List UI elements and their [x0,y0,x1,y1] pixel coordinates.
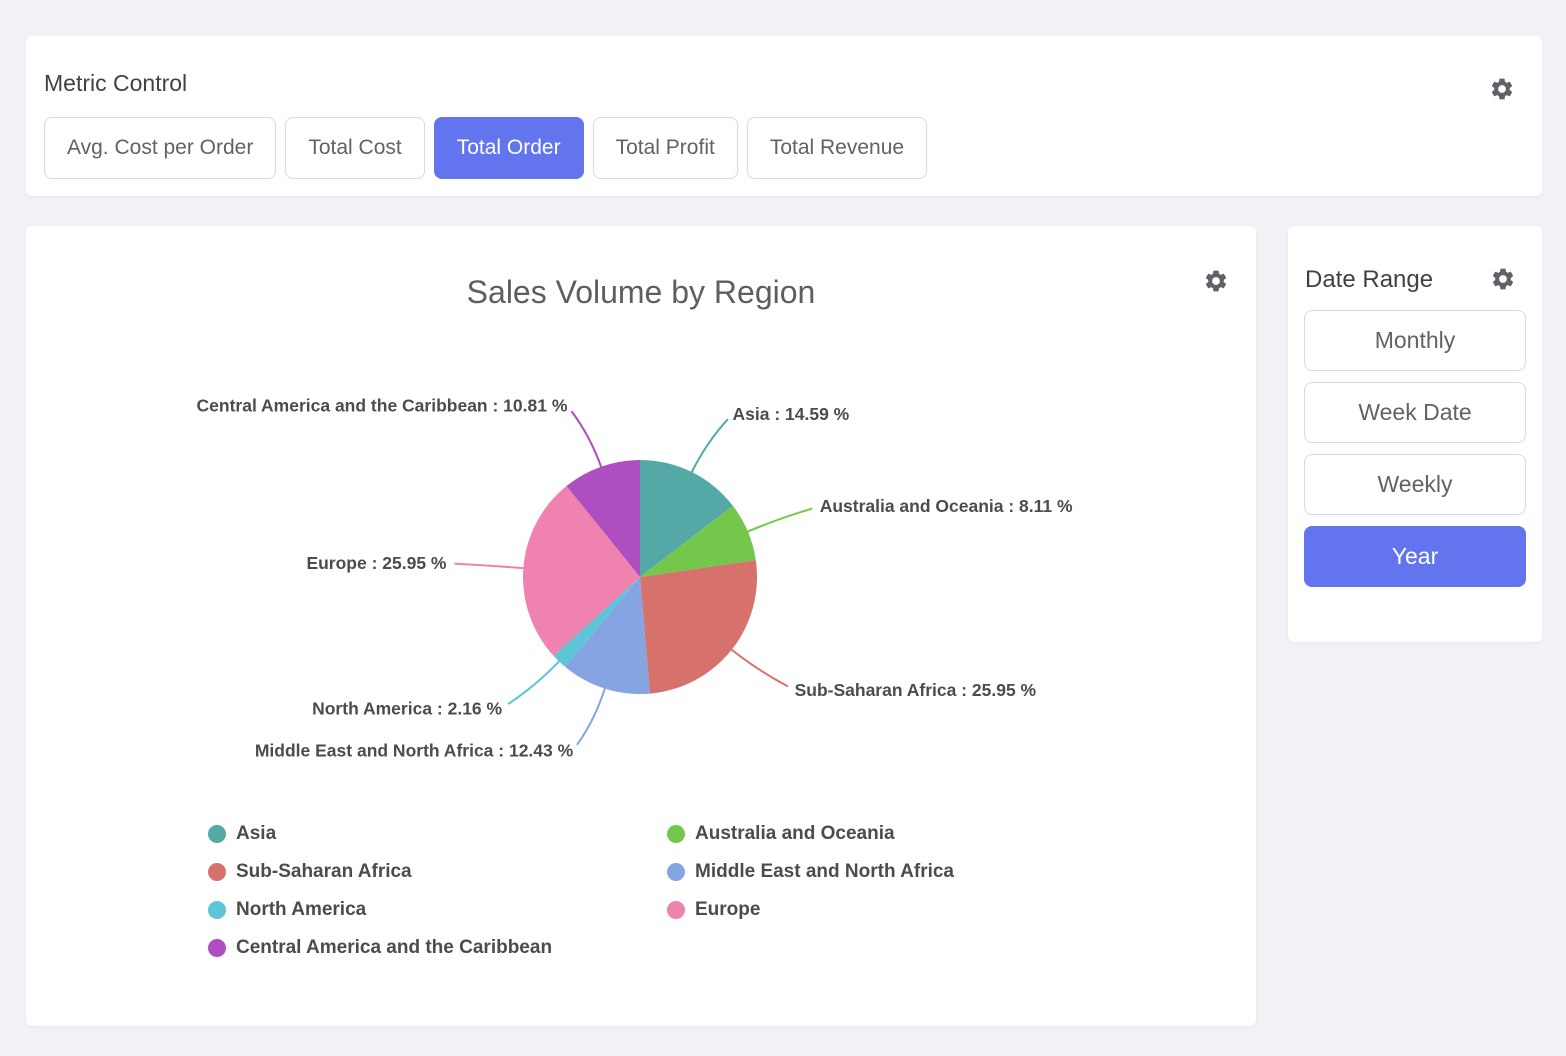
legend-item-europe[interactable]: Europe [667,891,954,929]
legend-dot-icon [208,825,226,843]
legend-dot-icon [208,863,226,881]
metric-button-total-cost[interactable]: Total Cost [285,117,424,179]
metric-button-avg-cost-per-order[interactable]: Avg. Cost per Order [44,117,276,179]
date-range-title: Date Range [1305,266,1433,294]
metric-button-total-revenue[interactable]: Total Revenue [747,117,927,179]
legend-dot-icon [667,863,685,881]
metric-control-title: Metric Control [44,70,187,97]
legend-label: North America [236,899,366,921]
date-range-button-monthly[interactable]: Monthly [1304,310,1526,371]
metric-control-gear-icon[interactable] [1489,76,1515,102]
legend-label: Australia and Oceania [695,823,895,845]
pie-label-line-central-america-and-the-caribbean [571,411,601,468]
pie-label-middle-east-and-north-africa: Middle East and North Africa : 12.43 % [255,741,574,761]
legend-label: Middle East and North Africa [695,861,954,883]
legend-item-sub-saharan-africa[interactable]: Sub-Saharan Africa [208,853,667,891]
pie-label-line-asia [691,419,728,473]
chart-legend: Asia Australia and Oceania Sub-Saharan Afr… [208,815,954,967]
chart-gear-icon[interactable] [1203,268,1229,294]
pie-label-north-america: North America : 2.16 % [312,698,502,718]
gear-icon [1203,268,1229,294]
pie-label-asia: Asia : 14.59 % [733,404,850,424]
sales-volume-panel: Asia : 14.59 % Australia and Oceania : 8.… [26,226,1256,1026]
pie-label-line-middle-east-and-north-africa [577,688,605,745]
legend-dot-icon [667,825,685,843]
date-range-button-week-date[interactable]: Week Date [1304,382,1526,443]
pie-label-line-australia-and-oceania [747,509,812,532]
legend-item-middle-east-and-north-africa[interactable]: Middle East and North Africa [667,853,954,891]
metric-control-panel: Metric Control Avg. Cost per OrderTotal … [26,36,1542,196]
gear-icon [1490,266,1516,292]
gear-icon [1489,76,1515,102]
pie-label-australia-and-oceania: Australia and Oceania : 8.11 % [820,496,1073,516]
date-range-button-group: Monthly Week Date Weekly Year [1304,310,1526,587]
legend-label: Europe [695,899,760,921]
pie-label-line-europe [455,564,525,569]
legend-label: Central America and the Caribbean [236,937,552,959]
date-range-panel: Date Range Monthly Week Date Weekly Year [1288,226,1542,642]
legend-dot-icon [208,939,226,957]
pie-label-sub-saharan-africa: Sub-Saharan Africa : 25.95 % [795,680,1037,700]
metric-button-total-profit[interactable]: Total Profit [593,117,738,179]
metric-button-total-order[interactable]: Total Order [434,117,584,179]
date-range-gear-icon[interactable] [1490,266,1516,292]
pie-label-central-america-and-the-caribbean: Central America and the Caribbean : 10.8… [197,395,568,415]
legend-item-north-america[interactable]: North America [208,891,667,929]
chart-title: Sales Volume by Region [26,274,1256,311]
metric-button-group: Avg. Cost per OrderTotal CostTotal Order… [44,117,927,179]
pie-slice-sub-saharan-africa[interactable] [640,560,757,693]
legend-item-asia[interactable]: Asia [208,815,667,853]
legend-item-australia-and-oceania[interactable]: Australia and Oceania [667,815,954,853]
date-range-button-weekly[interactable]: Weekly [1304,454,1526,515]
legend-label: Asia [236,823,276,845]
pie-label-europe: Europe : 25.95 % [306,553,446,573]
date-range-button-year[interactable]: Year [1304,526,1526,587]
legend-dot-icon [208,901,226,919]
legend-label: Sub-Saharan Africa [236,861,412,883]
pie-label-line-north-america [508,661,560,704]
legend-dot-icon [667,901,685,919]
legend-item-central-america-and-the-caribbean[interactable]: Central America and the Caribbean [208,929,667,967]
pie-label-line-sub-saharan-africa [731,649,788,686]
